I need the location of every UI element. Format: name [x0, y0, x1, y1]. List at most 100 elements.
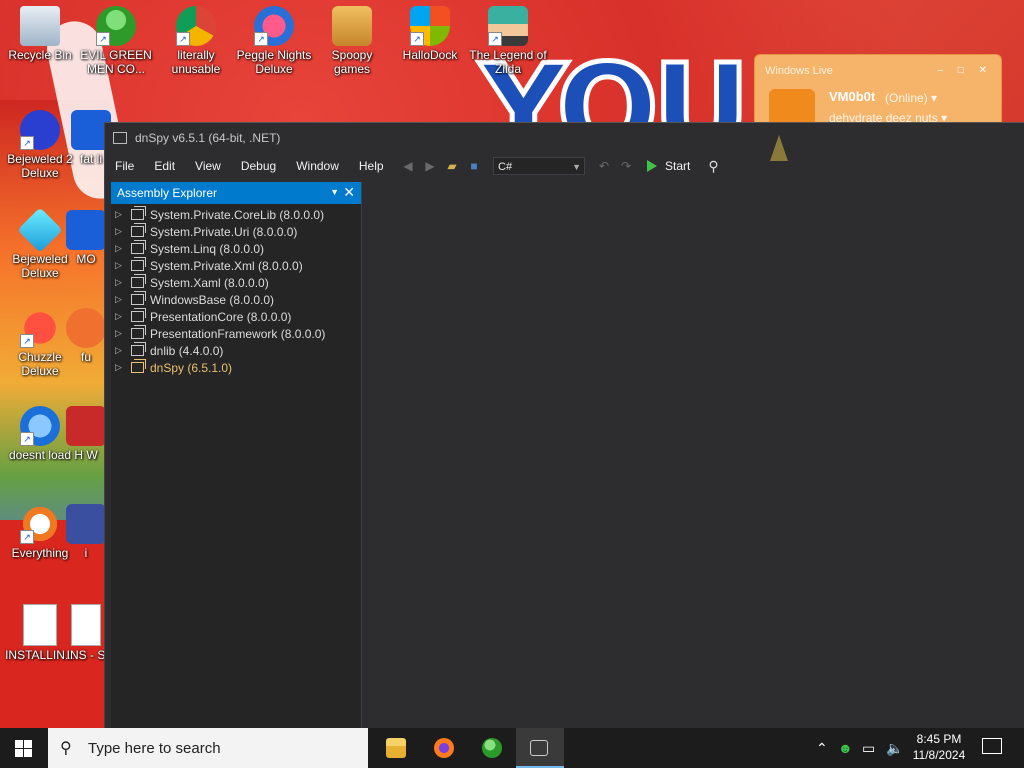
file-explorer-icon: [386, 738, 406, 758]
expand-arrow-icon[interactable]: ▷: [115, 362, 125, 373]
dnspy-window: dnSpy v6.5.1 (64-bit, .NET) File Edit Vi…: [104, 122, 1024, 729]
open-file-icon[interactable]: ▰: [444, 158, 460, 174]
desktop-icon-label: H W: [74, 448, 98, 462]
chevron-up-icon[interactable]: ⌃: [816, 728, 828, 768]
expand-arrow-icon[interactable]: ▷: [115, 294, 125, 305]
taskbar-firefox[interactable]: [420, 728, 468, 768]
tree-item-dnspy[interactable]: ▷ dnSpy (6.5.1.0): [111, 359, 361, 376]
desktop-icon-zilda[interactable]: ↗ The Legend of Zilda: [468, 0, 548, 76]
desktop-icon-label: fat li: [79, 152, 102, 166]
expand-arrow-icon[interactable]: ▷: [115, 345, 125, 356]
desktop-icon-hw[interactable]: H W: [66, 400, 106, 462]
navigate-back-icon[interactable]: ◀: [400, 158, 416, 174]
wlm-window-controls[interactable]: – □ ✕: [937, 65, 993, 76]
close-icon[interactable]: ✕: [343, 184, 355, 201]
expand-arrow-icon[interactable]: ▷: [115, 328, 125, 339]
chrome-icon: ↗: [176, 6, 216, 46]
menu-window[interactable]: Window: [286, 159, 349, 173]
start-label: Start: [665, 159, 691, 173]
tree-item-uri[interactable]: ▷ System.Private.Uri (8.0.0.0): [111, 223, 361, 240]
firefox-icon: [434, 738, 454, 758]
notification-center-icon[interactable]: [982, 738, 1002, 754]
search-icon[interactable]: ⚲: [708, 158, 718, 175]
chevron-down-icon: ▼: [572, 162, 581, 172]
menu-edit[interactable]: Edit: [144, 159, 185, 173]
desktop-icon-label: INS - S: [66, 648, 106, 662]
desktop-icon-label: Chuzzle Deluxe: [18, 350, 62, 378]
wlm-status[interactable]: (Online) ▾: [885, 91, 937, 105]
tree-item-linq[interactable]: ▷ System.Linq (8.0.0.0): [111, 240, 361, 257]
bejeweled-icon: [17, 207, 63, 253]
assembly-icon: [131, 274, 146, 288]
document-icon: [23, 604, 57, 646]
desktop-icon-fu[interactable]: fu: [66, 302, 106, 364]
menu-help[interactable]: Help: [349, 159, 394, 173]
menu-debug[interactable]: Debug: [231, 159, 286, 173]
tree-item-windowsbase[interactable]: ▷ WindowsBase (8.0.0.0): [111, 291, 361, 308]
taskbar-messenger[interactable]: [468, 728, 516, 768]
app-icon: [66, 406, 106, 446]
tree-item-dnlib[interactable]: ▷ dnlib (4.4.0.0): [111, 342, 361, 359]
assembly-tree: ▷ System.Private.CoreLib (8.0.0.0) ▷ Syste…: [111, 204, 361, 376]
clock-date: 11/8/2024: [912, 748, 966, 762]
tree-item-corelib[interactable]: ▷ System.Private.CoreLib (8.0.0.0): [111, 206, 361, 223]
language-select[interactable]: C# ▼: [493, 157, 585, 175]
messenger-tray-icon[interactable]: ☻: [838, 728, 853, 768]
desktop-icon-label: i: [84, 546, 88, 560]
tree-item-label: System.Linq (8.0.0.0): [150, 241, 265, 256]
expand-arrow-icon[interactable]: ▷: [115, 277, 125, 288]
network-icon[interactable]: ▭: [862, 728, 875, 768]
navigate-forward-icon[interactable]: ▶: [422, 158, 438, 174]
desktop-icon-spoopy[interactable]: Spoopy games: [312, 0, 392, 76]
desktop-icon-mo[interactable]: MO: [66, 204, 106, 266]
desktop-icon-chrome[interactable]: ↗ literally unusable: [156, 0, 236, 76]
tree-item-presentationcore[interactable]: ▷ PresentationCore (8.0.0.0): [111, 308, 361, 325]
chevron-down-icon[interactable]: ▼: [330, 187, 339, 197]
taskbar: ⚲ Type here to search ⌃ ☻ ▭ 🔈 8:45 PM 11…: [0, 728, 1024, 768]
title-bar[interactable]: dnSpy v6.5.1 (64-bit, .NET): [105, 123, 1024, 161]
tree-item-label: PresentationCore (8.0.0.0): [150, 309, 292, 324]
taskbar-search[interactable]: ⚲ Type here to search: [48, 728, 368, 768]
menu-view[interactable]: View: [185, 159, 231, 173]
assembly-icon: [131, 342, 146, 356]
tree-item-presentationframework[interactable]: ▷ PresentationFramework (8.0.0.0): [111, 325, 361, 342]
expand-arrow-icon[interactable]: ▷: [115, 209, 125, 220]
assembly-icon: [131, 291, 146, 305]
start-debug-button[interactable]: Start: [647, 159, 690, 173]
volume-icon[interactable]: 🔈: [886, 728, 903, 768]
tree-item-label: System.Private.CoreLib (8.0.0.0): [150, 207, 325, 222]
undo-icon[interactable]: ↶: [596, 158, 612, 174]
desktop-icon-recycle-bin[interactable]: Recycle Bin: [0, 0, 80, 62]
recycle-bin-icon: [20, 6, 60, 46]
desktop-icon-peggle[interactable]: ↗ Peggle Nights Deluxe: [234, 0, 314, 76]
assembly-icon: [131, 223, 146, 237]
tree-item-label: System.Xaml (8.0.0.0): [150, 275, 269, 290]
expand-arrow-icon[interactable]: ▷: [115, 243, 125, 254]
redo-icon[interactable]: ↷: [618, 158, 634, 174]
tree-item-label: System.Private.Xml (8.0.0.0): [150, 258, 303, 273]
document-icon: [71, 604, 101, 646]
expand-arrow-icon[interactable]: ▷: [115, 226, 125, 237]
windows-live-popup[interactable]: Windows Live – □ ✕ VM0b0t (Online) ▾ deh…: [754, 54, 1002, 130]
bejeweled2-icon: ↗: [20, 110, 60, 150]
save-icon[interactable]: ■: [466, 158, 482, 174]
desktop-icon-ins[interactable]: INS - S: [66, 598, 106, 662]
start-button[interactable]: [0, 728, 46, 768]
desktop-icon-label: The Legend of Zilda: [469, 48, 547, 76]
folder-icon: [332, 6, 372, 46]
desktop-icon-hallodock[interactable]: ↗ HalloDock: [390, 0, 470, 62]
desktop-icon-green-men[interactable]: ↗ EVIL GREEN MEN CO...: [76, 0, 156, 76]
assembly-icon: [131, 325, 146, 339]
expand-arrow-icon[interactable]: ▷: [115, 311, 125, 322]
expand-arrow-icon[interactable]: ▷: [115, 260, 125, 271]
clock[interactable]: 8:45 PM 11/8/2024: [905, 731, 973, 763]
menu-file[interactable]: File: [105, 159, 144, 173]
taskbar-dnspy[interactable]: [516, 728, 564, 768]
desktop-icon-label: literally unusable: [171, 48, 221, 76]
desktop-icon-i[interactable]: i: [66, 498, 106, 560]
tree-item-xml[interactable]: ▷ System.Private.Xml (8.0.0.0): [111, 257, 361, 274]
tree-item-xaml[interactable]: ▷ System.Xaml (8.0.0.0): [111, 274, 361, 291]
taskbar-file-explorer[interactable]: [372, 728, 420, 768]
clock-time: 8:45 PM: [916, 732, 962, 746]
windows-live-messenger-icon: [482, 738, 502, 758]
